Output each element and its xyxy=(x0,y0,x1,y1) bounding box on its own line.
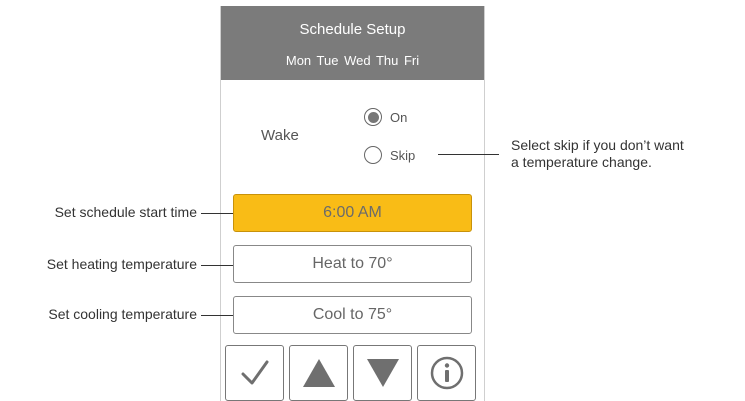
start-time-field[interactable]: 6:00 AM xyxy=(233,194,472,232)
radio-skip-label: Skip xyxy=(390,147,416,163)
info-button[interactable] xyxy=(417,345,476,401)
leader-line-skip xyxy=(438,154,499,155)
radio-skip[interactable]: Skip xyxy=(364,146,415,164)
radio-on[interactable]: On xyxy=(364,108,407,126)
leader-line-heating xyxy=(201,265,233,266)
period-label: Wake xyxy=(261,127,299,144)
annotation-start-time: Set schedule start time xyxy=(54,204,197,220)
annotation-heating: Set heating temperature xyxy=(46,256,197,272)
leader-line-cooling xyxy=(201,315,233,316)
radio-unselected-icon[interactable] xyxy=(364,146,382,164)
down-button[interactable] xyxy=(353,345,412,401)
schedule-header: Schedule Setup Mon Tue Wed Thu Fri xyxy=(221,6,484,80)
triangle-down-icon xyxy=(366,359,399,387)
annotation-skip-line1: Select skip if you don’t want xyxy=(511,137,684,153)
leader-line-start-time xyxy=(201,213,233,214)
radio-selected-icon[interactable] xyxy=(364,108,382,126)
heat-setpoint-field[interactable]: Heat to 70° xyxy=(233,245,472,283)
page-title: Schedule Setup xyxy=(299,21,406,38)
confirm-button[interactable] xyxy=(225,345,284,401)
annotation-cooling: Set cooling temperature xyxy=(48,306,197,322)
thermostat-screen: Schedule Setup Mon Tue Wed Thu Fri Wake … xyxy=(220,6,485,401)
schedule-days: Mon Tue Wed Thu Fri xyxy=(285,53,420,68)
up-button[interactable] xyxy=(289,345,348,401)
annotation-skip-line2: a temperature change. xyxy=(511,154,652,170)
triangle-up-icon xyxy=(302,359,335,387)
checkmark-icon xyxy=(241,360,268,385)
cool-setpoint-field[interactable]: Cool to 75° xyxy=(233,296,472,334)
radio-on-label: On xyxy=(390,109,408,125)
annotation-skip: Select skip if you don’t want a temperat… xyxy=(511,137,684,171)
info-icon xyxy=(430,356,463,390)
